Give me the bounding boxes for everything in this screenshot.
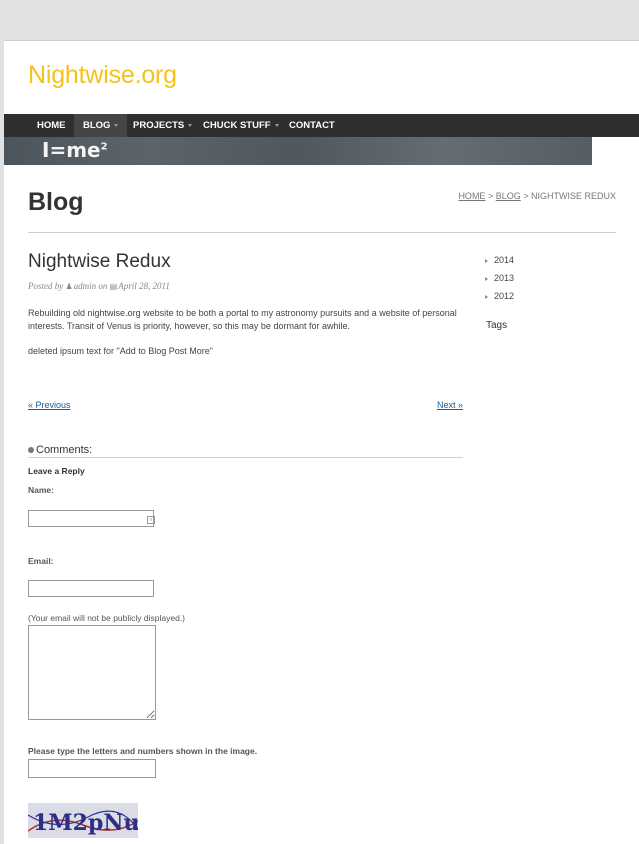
- name-label: Name:: [28, 485, 54, 495]
- post-paragraph: deleted ipsum text for "Add to Blog Post…: [28, 346, 213, 356]
- captcha-label: Please type the letters and numbers show…: [28, 746, 258, 756]
- triangle-right-icon: [485, 294, 488, 299]
- nav-projects[interactable]: PROJECTS: [124, 114, 201, 137]
- sidebar-archive-2014[interactable]: 2014: [485, 255, 514, 265]
- archive-label: 2014: [494, 255, 515, 265]
- archive-label: 2013: [494, 273, 515, 283]
- chevron-down-icon: [274, 123, 279, 127]
- user-icon: ♟: [65, 282, 73, 291]
- banner-exponent: 2: [100, 141, 108, 153]
- divider: [28, 232, 616, 233]
- nav-blog[interactable]: BLOG: [74, 114, 128, 137]
- name-field[interactable]: [28, 510, 154, 527]
- post-author[interactable]: admin: [74, 281, 97, 291]
- email-privacy-note: (Your email will not be publicly display…: [28, 613, 186, 623]
- nav-blog-label: BLOG: [83, 120, 111, 131]
- posted-by-label: Posted by: [28, 281, 64, 291]
- breadcrumb-separator: >: [485, 191, 496, 201]
- breadcrumb-current: NIGHTWISE REDUX: [530, 191, 616, 201]
- comment-textarea[interactable]: [28, 625, 156, 720]
- nav-contact-label: CONTACT: [289, 120, 335, 131]
- breadcrumb-separator: >: [520, 191, 531, 201]
- leave-reply-heading: Leave a Reply: [28, 466, 85, 476]
- breadcrumb-home[interactable]: HOME: [458, 191, 485, 201]
- chevron-down-icon: [114, 123, 119, 127]
- comment-bullet-icon: [28, 447, 34, 454]
- nav-home[interactable]: HOME: [28, 114, 75, 137]
- captcha-text: 1M2pNu: [33, 810, 138, 836]
- breadcrumb: HOME > BLOG > NIGHTWISE REDUX: [458, 191, 616, 201]
- email-label: Email:: [28, 556, 54, 566]
- post-body: Rebuilding old nightwise.org website to …: [28, 307, 468, 370]
- banner-formula: I=me: [42, 138, 101, 162]
- calendar-icon: ▤: [109, 282, 118, 291]
- sidebar-archive-2013[interactable]: 2013: [485, 273, 514, 283]
- page-title: Blog: [28, 188, 84, 216]
- captcha-image: 1M2pNu: [28, 803, 138, 838]
- next-post-link[interactable]: Next »: [437, 400, 463, 410]
- post-on-label: on: [98, 281, 108, 291]
- captcha-input[interactable]: [28, 759, 156, 778]
- site-title[interactable]: Nightwise.org: [28, 61, 177, 90]
- nav-projects-label: PROJECTS: [133, 120, 185, 131]
- archive-label: 2012: [494, 291, 515, 301]
- nav-contact[interactable]: CONTACT: [280, 114, 344, 137]
- triangle-right-icon: [485, 276, 488, 281]
- post-meta: Posted by ♟admin on ▤April 28, 2011: [28, 281, 170, 291]
- previous-post-link[interactable]: « Previous: [28, 400, 71, 410]
- banner-text: I=me2: [42, 138, 108, 162]
- email-field[interactable]: [28, 580, 154, 597]
- post-date: April 28, 2011: [118, 281, 170, 291]
- main-nav: HOME BLOG PROJECTS CHUCK STUFF CONTACT: [4, 114, 639, 137]
- nav-home-label: HOME: [37, 120, 66, 131]
- post-paragraph: Rebuilding old nightwise.org website to …: [28, 308, 457, 331]
- nav-chuck-label: CHUCK STUFF: [203, 120, 271, 131]
- divider: [28, 457, 463, 458]
- breadcrumb-blog[interactable]: BLOG: [496, 191, 521, 201]
- chevron-down-icon: [188, 123, 193, 127]
- header-banner: I=me2: [4, 137, 592, 165]
- page-container: Nightwise.org HOME BLOG PROJECTS CHUCK S…: [4, 40, 639, 844]
- captcha-graphic: 1M2pNu: [28, 803, 138, 838]
- autofill-icon: ≡: [147, 516, 155, 524]
- comments-heading-label: Comments:: [36, 444, 93, 456]
- post-title[interactable]: Nightwise Redux: [28, 251, 171, 273]
- sidebar-archive-2012[interactable]: 2012: [485, 291, 514, 301]
- triangle-right-icon: [485, 258, 488, 263]
- nav-chuck-stuff[interactable]: CHUCK STUFF: [194, 114, 288, 137]
- tags-heading: Tags: [486, 320, 508, 331]
- comments-heading: Comments:: [28, 444, 92, 456]
